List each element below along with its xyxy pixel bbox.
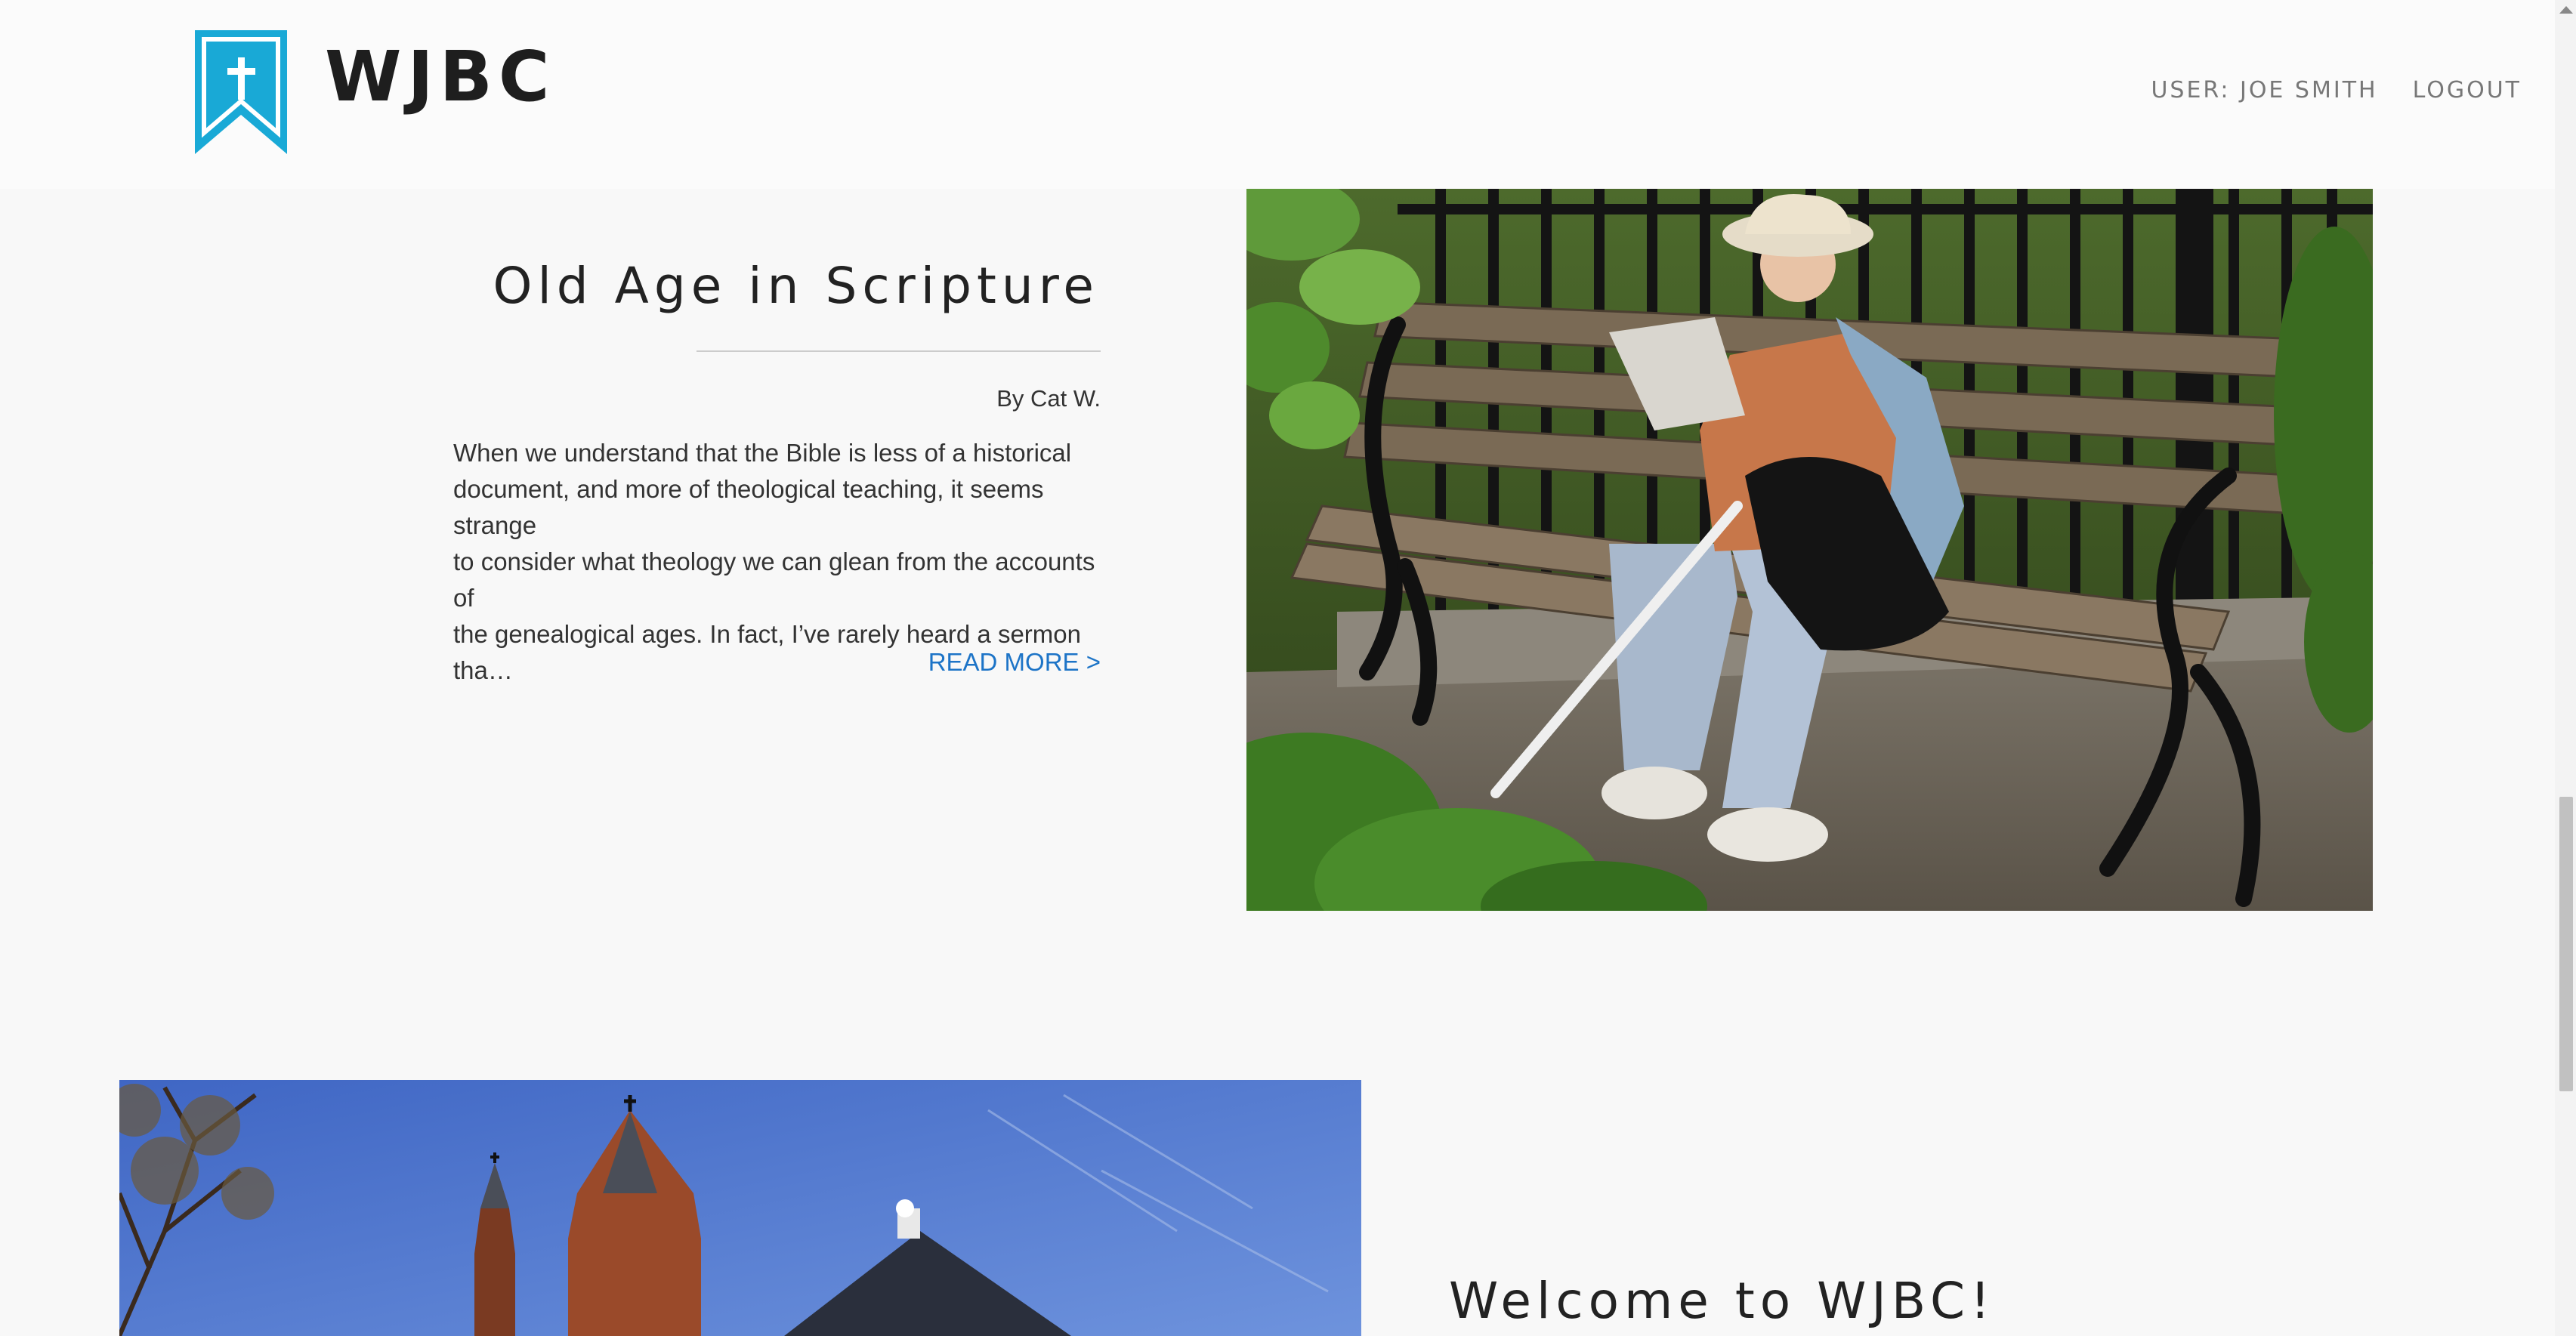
- bookmark-cross-logo-icon[interactable]: [192, 27, 290, 159]
- page: WJBC USER: JOE SMITH LOGOUT Old Age in S…: [0, 0, 2576, 1336]
- bench-photo-image: [1246, 189, 2373, 911]
- church-photo-image: [119, 1080, 1361, 1336]
- scrollbar-thumb[interactable]: [2559, 797, 2573, 1091]
- logout-link[interactable]: LOGOUT: [2413, 77, 2522, 103]
- top-nav: USER: JOE SMITH LOGOUT: [2151, 77, 2522, 103]
- article-photo-woman-on-bench[interactable]: [1246, 189, 2373, 911]
- welcome-heading: Welcome to WJBC!: [1449, 1272, 1996, 1330]
- scroll-up-arrow-icon[interactable]: [2559, 6, 2573, 14]
- page-scrollbar[interactable]: [2555, 0, 2576, 1336]
- title-divider: [697, 350, 1101, 352]
- site-header: WJBC USER: JOE SMITH LOGOUT: [0, 0, 2555, 189]
- read-more-link[interactable]: READ MORE >: [928, 648, 1101, 677]
- site-logo-text[interactable]: WJBC: [325, 32, 555, 122]
- church-photo[interactable]: [119, 1080, 1361, 1336]
- user-menu-link[interactable]: USER: JOE SMITH: [2151, 77, 2377, 103]
- article-title: Old Age in Scripture: [493, 257, 1099, 315]
- article-byline: By Cat W.: [996, 385, 1101, 412]
